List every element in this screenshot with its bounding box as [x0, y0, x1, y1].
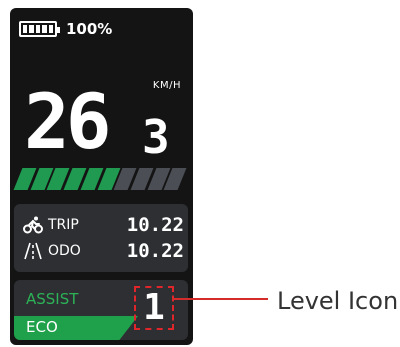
battery-cell	[23, 25, 28, 33]
speed-unit: KM/H	[152, 80, 181, 91]
assist-level: 1	[143, 287, 165, 328]
assist-panel: ASSIST ECO 1	[14, 280, 188, 340]
battery-full-icon	[19, 21, 60, 37]
mode-label: ECO	[26, 318, 58, 336]
display-figure: 100% KM/H 26 3 TRIP 10.22 ODO 10.22 ASSI…	[0, 0, 400, 347]
bike-display: 100% KM/H 26 3 TRIP 10.22 ODO 10.22 ASSI…	[10, 8, 193, 345]
status-bar: 100%	[19, 20, 112, 38]
trip-row: TRIP 10.22	[22, 212, 184, 238]
trip-value: 10.22	[126, 214, 184, 236]
road-icon	[22, 241, 44, 261]
odo-value: 10.22	[126, 240, 184, 262]
battery-cell	[35, 25, 41, 33]
callout-line	[172, 298, 268, 300]
level-icon: 1	[134, 286, 174, 330]
speed-decimal: 3	[142, 110, 170, 164]
assist-label: ASSIST	[26, 290, 79, 308]
cyclist-icon	[22, 215, 44, 235]
trip-odo-panel: TRIP 10.22 ODO 10.22	[14, 204, 188, 272]
trip-label: TRIP	[48, 217, 79, 233]
battery-cell	[48, 25, 54, 33]
odo-label: ODO	[48, 243, 81, 259]
speed-value: 26	[24, 77, 111, 166]
battery-cell	[29, 25, 34, 33]
battery-percent: 100%	[66, 20, 113, 38]
odo-row: ODO 10.22	[22, 238, 184, 264]
assist-gauge	[13, 168, 187, 190]
battery-cell	[42, 25, 47, 33]
callout-label: Level Icon	[277, 287, 399, 315]
